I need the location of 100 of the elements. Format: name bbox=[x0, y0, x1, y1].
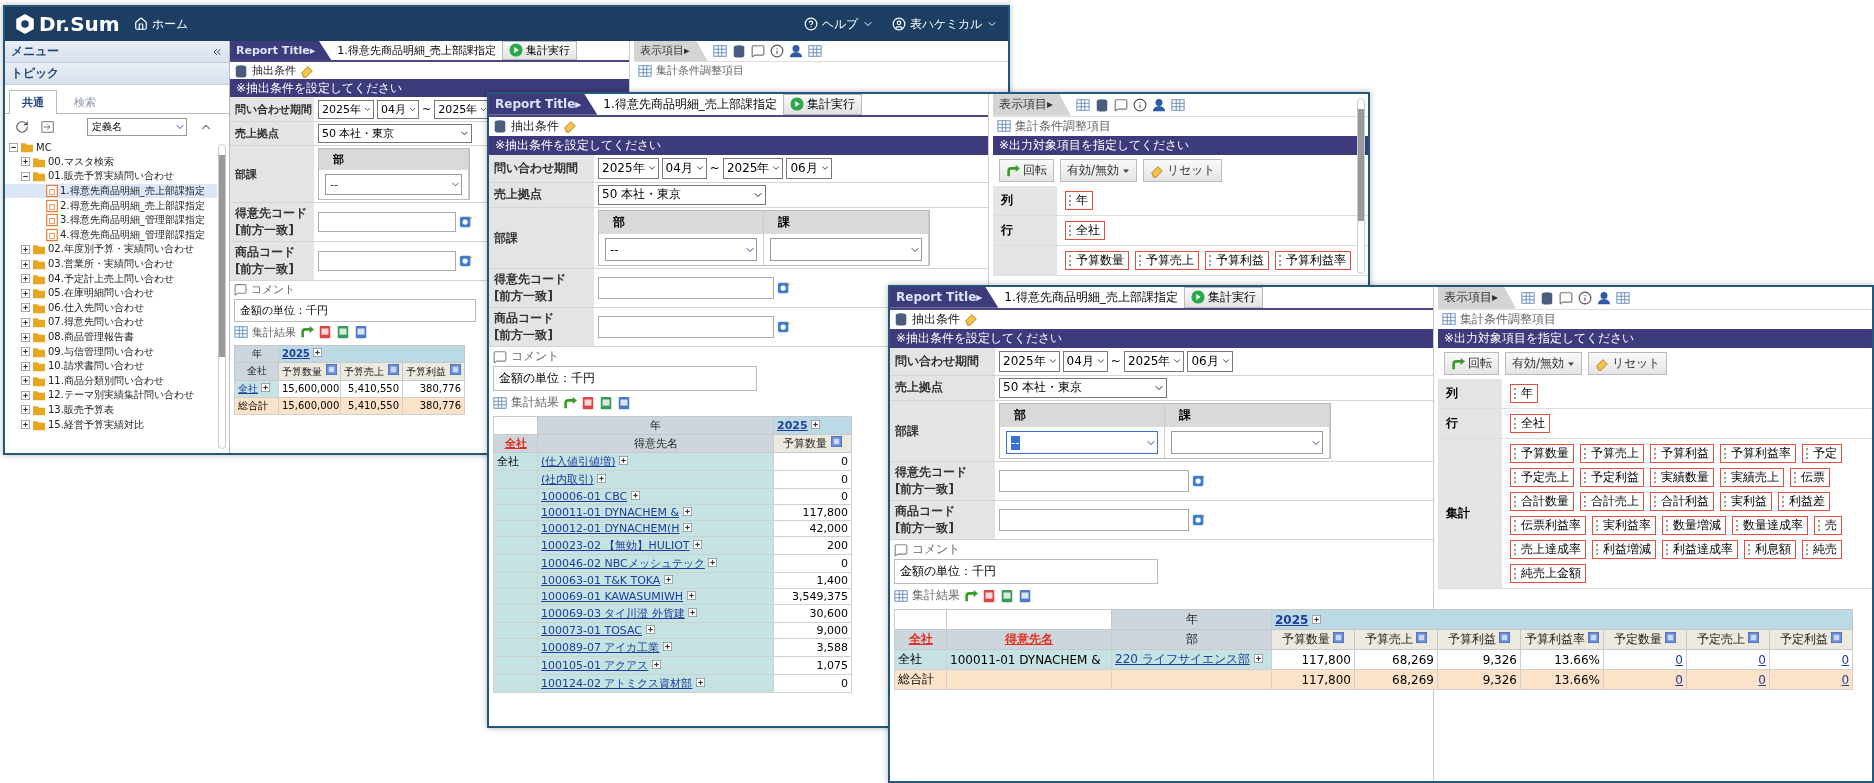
expand-icon[interactable] bbox=[21, 157, 30, 167]
tool-button[interactable]: 回転 bbox=[1444, 352, 1499, 376]
field-tag[interactable]: 実績売上 bbox=[1720, 468, 1784, 488]
sort-icon[interactable] bbox=[1665, 632, 1677, 644]
spreadsheet-icon[interactable] bbox=[599, 395, 613, 410]
tree-item[interactable]: 08.商品管理報告書 bbox=[5, 329, 217, 345]
expand-icon[interactable] bbox=[708, 558, 718, 568]
panel-tab[interactable]: 表示項目▸ bbox=[1438, 287, 1517, 309]
field-tag[interactable]: 伝票利益率 bbox=[1510, 516, 1586, 536]
user-menu[interactable]: 表ハケミカル bbox=[892, 15, 998, 33]
field-tag[interactable]: 利益差 bbox=[1778, 492, 1830, 512]
tree-item[interactable]: 10.請求書問い合わせ bbox=[5, 358, 217, 374]
row-link[interactable]: 100089-07 アイカ工業 bbox=[541, 641, 660, 655]
sort-icon[interactable] bbox=[830, 436, 842, 448]
expand-icon[interactable] bbox=[645, 625, 655, 635]
select-field[interactable]: 2025年 bbox=[1123, 351, 1185, 372]
person-icon[interactable] bbox=[1152, 97, 1167, 112]
field-tag[interactable]: 合計利益 bbox=[1650, 492, 1714, 512]
sort-icon[interactable] bbox=[325, 363, 337, 375]
tree-item[interactable]: 13.販売予算表 bbox=[5, 402, 217, 418]
lookup-icon[interactable] bbox=[777, 280, 791, 295]
field-tag[interactable]: 実績数量 bbox=[1650, 468, 1714, 488]
tree-item[interactable]: 04.予定計上売上問い合わせ bbox=[5, 271, 217, 286]
expand-icon[interactable] bbox=[597, 474, 607, 484]
tree-item[interactable]: 01.販売予算実績問い合わせ bbox=[5, 169, 217, 184]
select-field[interactable] bbox=[1171, 431, 1323, 454]
field-tag[interactable]: 予算利益 bbox=[1205, 251, 1269, 271]
field-tag[interactable]: 全社 bbox=[1065, 221, 1105, 241]
field-tag[interactable]: 実利益率 bbox=[1592, 516, 1656, 536]
row-link[interactable]: 220 ライフサイエンス部 bbox=[1115, 652, 1250, 667]
input-field[interactable] bbox=[318, 212, 456, 232]
pdf-icon[interactable] bbox=[318, 325, 332, 340]
tool-button[interactable]: 回転 bbox=[999, 159, 1054, 183]
row-link[interactable]: 100006-01 CBC bbox=[541, 490, 628, 504]
expand-icon[interactable] bbox=[21, 390, 30, 400]
tab[interactable]: 共通 bbox=[9, 90, 57, 114]
tool-button[interactable]: リセット bbox=[1588, 352, 1668, 376]
tree-item[interactable]: 4.得意先商品明細_管理部課指定 bbox=[5, 227, 217, 243]
expand-icon[interactable] bbox=[21, 332, 30, 342]
expand-icon[interactable] bbox=[811, 420, 821, 430]
field-tag[interactable]: 利益増減 bbox=[1592, 540, 1656, 560]
sort-icon[interactable] bbox=[1499, 632, 1511, 644]
turn-arrow-icon[interactable] bbox=[1451, 356, 1465, 371]
collapse-icon[interactable] bbox=[21, 172, 30, 181]
turn-arrow-icon[interactable] bbox=[964, 588, 978, 603]
expand-icon[interactable] bbox=[21, 317, 30, 327]
field-tag[interactable]: 予算数量 bbox=[1065, 251, 1129, 271]
csv-icon[interactable] bbox=[1018, 588, 1032, 603]
field-tag[interactable]: 予算利益率 bbox=[1720, 444, 1796, 464]
select-field[interactable]: 06月 bbox=[1187, 351, 1233, 372]
import-icon[interactable] bbox=[41, 120, 55, 134]
select-field[interactable]: -- bbox=[1006, 431, 1158, 454]
tree-item[interactable]: 1.得意先商品明細_売上部課指定 bbox=[5, 183, 217, 199]
value-link[interactable]: 0 bbox=[1841, 672, 1850, 687]
field-tag[interactable]: 予算売上 bbox=[1580, 444, 1644, 464]
tree-item[interactable]: 00.マスタ検索 bbox=[5, 154, 217, 170]
row-link[interactable]: 100012-01 DYNACHEM(H bbox=[541, 522, 680, 536]
dropdown-button[interactable]: 有効/無効 bbox=[1505, 352, 1583, 376]
sort-icon[interactable] bbox=[387, 363, 399, 375]
expand-icon[interactable] bbox=[1312, 614, 1322, 624]
expand-icon[interactable] bbox=[695, 678, 705, 688]
value-link[interactable]: 0 bbox=[1675, 672, 1683, 687]
field-tag[interactable]: 年 bbox=[1510, 384, 1538, 404]
panel-tab[interactable]: 表示項目▸ bbox=[634, 41, 708, 61]
collapse-icon[interactable] bbox=[9, 142, 18, 152]
select-field[interactable]: -- bbox=[605, 238, 757, 261]
expand-icon[interactable] bbox=[682, 507, 692, 517]
field-tag[interactable]: 利益達成率 bbox=[1662, 540, 1738, 560]
field-tag[interactable]: 合計数量 bbox=[1510, 492, 1574, 512]
field-tag[interactable]: 数量増減 bbox=[1662, 516, 1726, 536]
panel-tab[interactable]: 表示項目▸ bbox=[993, 94, 1072, 116]
lookup-icon[interactable] bbox=[1192, 473, 1206, 488]
run-button[interactable]: 集計実行 bbox=[1183, 287, 1263, 308]
expand-icon[interactable] bbox=[21, 288, 30, 298]
lookup-icon[interactable] bbox=[459, 214, 473, 229]
select-field[interactable]: 06月 bbox=[786, 158, 832, 179]
input-field[interactable] bbox=[999, 509, 1189, 531]
select-field[interactable]: 2025年 bbox=[999, 351, 1060, 372]
info-icon[interactable] bbox=[769, 43, 784, 58]
menu-header[interactable]: メニュー bbox=[5, 41, 229, 63]
input-field[interactable] bbox=[598, 277, 774, 299]
tree-item[interactable]: 2.得意先商品明細_売上部課指定 bbox=[5, 198, 217, 213]
field-tag[interactable]: 利息額 bbox=[1744, 540, 1796, 560]
home-link[interactable]: ホーム bbox=[133, 15, 188, 33]
value-link[interactable]: 0 bbox=[1758, 672, 1766, 687]
input-field[interactable] bbox=[598, 316, 774, 338]
select-field[interactable]: 2025年 bbox=[598, 158, 659, 179]
turn-arrow-icon[interactable] bbox=[1006, 163, 1020, 178]
expand-icon[interactable] bbox=[313, 348, 323, 358]
field-tag[interactable]: 伝票 bbox=[1790, 468, 1830, 488]
field-tag[interactable]: 予定 bbox=[1802, 444, 1842, 464]
help-menu[interactable]: ヘルプ bbox=[804, 15, 874, 33]
lookup-icon[interactable] bbox=[777, 319, 791, 334]
row-link[interactable]: 100046-02 NBCメッシュテック bbox=[541, 557, 705, 571]
sort-icon[interactable] bbox=[1831, 632, 1843, 644]
field-tag[interactable]: 予定売上 bbox=[1510, 468, 1574, 488]
field-tag[interactable]: 実利益 bbox=[1720, 492, 1772, 512]
field-tag[interactable]: 予算数量 bbox=[1510, 444, 1574, 464]
field-tag[interactable]: 予定利益 bbox=[1580, 468, 1644, 488]
expand-icon[interactable] bbox=[21, 420, 30, 430]
